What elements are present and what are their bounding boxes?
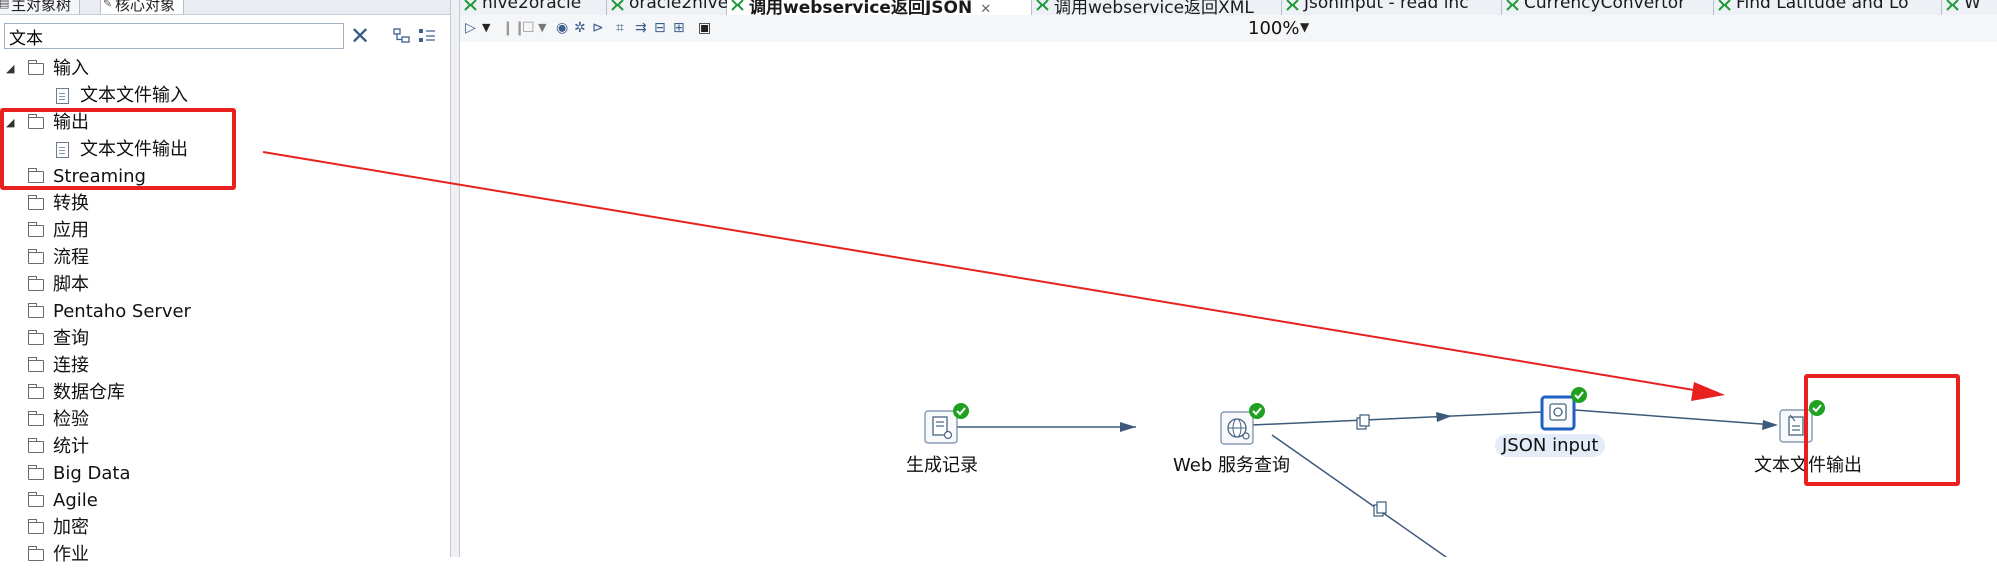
annotation-arrow (262, 151, 1725, 401)
annotation-arrow-line (262, 151, 1713, 394)
annotation-arrow-head (1691, 382, 1725, 401)
